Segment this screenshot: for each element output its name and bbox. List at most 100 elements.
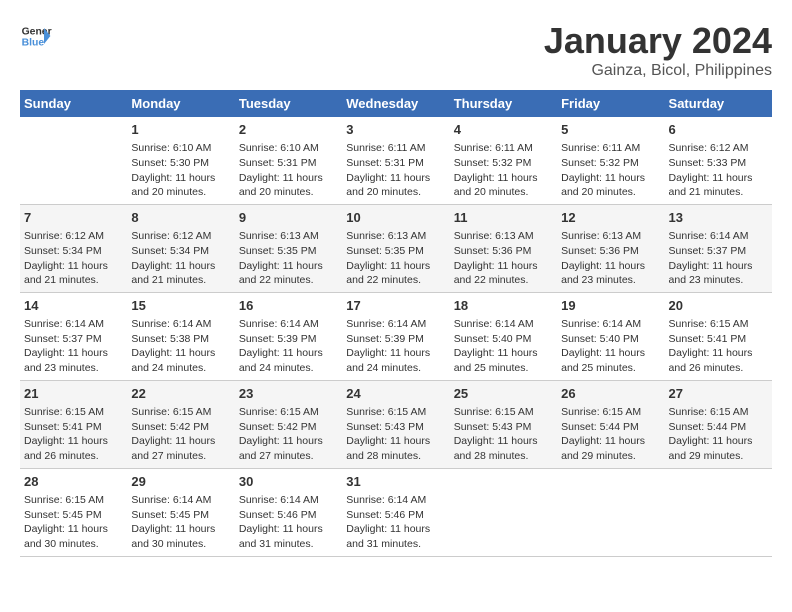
calendar-week-row: 7 Sunrise: 6:12 AM Sunset: 5:34 PM Daylig… [20,204,772,292]
day-info: Sunrise: 6:10 AM Sunset: 5:30 PM Dayligh… [131,141,230,200]
day-info: Sunrise: 6:13 AM Sunset: 5:36 PM Dayligh… [454,229,553,288]
day-info: Sunrise: 6:15 AM Sunset: 5:44 PM Dayligh… [561,405,660,464]
day-number: 30 [239,473,338,491]
day-number: 16 [239,297,338,315]
day-number: 28 [24,473,123,491]
page-subtitle: Gainza, Bicol, Philippines [544,62,772,80]
day-info: Sunrise: 6:13 AM Sunset: 5:36 PM Dayligh… [561,229,660,288]
calendar-cell: 29 Sunrise: 6:14 AM Sunset: 5:45 PM Dayli… [127,468,234,556]
calendar-cell: 7 Sunrise: 6:12 AM Sunset: 5:34 PM Daylig… [20,204,127,292]
calendar-cell: 30 Sunrise: 6:14 AM Sunset: 5:46 PM Dayli… [235,468,342,556]
day-number: 1 [131,121,230,139]
calendar-cell: 23 Sunrise: 6:15 AM Sunset: 5:42 PM Dayli… [235,380,342,468]
calendar-cell: 25Sunrise: 6:15 AM Sunset: 5:43 PM Dayli… [450,380,557,468]
calendar-header-row: SundayMondayTuesdayWednesdayThursdayFrid… [20,90,772,117]
day-info: Sunrise: 6:15 AM Sunset: 5:45 PM Dayligh… [24,493,123,552]
day-info: Sunrise: 6:14 AM Sunset: 5:46 PM Dayligh… [239,493,338,552]
day-number: 7 [24,209,123,227]
day-info: Sunrise: 6:14 AM Sunset: 5:39 PM Dayligh… [346,317,445,376]
calendar-cell: 26 Sunrise: 6:15 AM Sunset: 5:44 PM Dayli… [557,380,664,468]
day-number: 20 [669,297,768,315]
calendar-cell: 21Sunrise: 6:15 AM Sunset: 5:41 PM Dayli… [20,380,127,468]
day-info: Sunrise: 6:15 AM Sunset: 5:42 PM Dayligh… [239,405,338,464]
day-info: Sunrise: 6:12 AM Sunset: 5:34 PM Dayligh… [131,229,230,288]
calendar-cell: 6 Sunrise: 6:12 AM Sunset: 5:33 PM Daylig… [665,117,772,204]
day-number: 6 [669,121,768,139]
day-number: 13 [669,209,768,227]
calendar-cell: 1 Sunrise: 6:10 AM Sunset: 5:30 PM Daylig… [127,117,234,204]
logo: General Blue [20,20,52,52]
day-info: Sunrise: 6:14 AM Sunset: 5:38 PM Dayligh… [131,317,230,376]
day-info: Sunrise: 6:14 AM Sunset: 5:40 PM Dayligh… [454,317,553,376]
day-number: 29 [131,473,230,491]
column-header-monday: Monday [127,90,234,117]
day-number: 23 [239,385,338,403]
day-number: 31 [346,473,445,491]
day-info: Sunrise: 6:14 AM Sunset: 5:37 PM Dayligh… [669,229,768,288]
column-header-saturday: Saturday [665,90,772,117]
calendar-cell [450,468,557,556]
day-number: 5 [561,121,660,139]
column-header-friday: Friday [557,90,664,117]
day-info: Sunrise: 6:14 AM Sunset: 5:45 PM Dayligh… [131,493,230,552]
day-number: 11 [454,209,553,227]
day-number: 2 [239,121,338,139]
day-info: Sunrise: 6:12 AM Sunset: 5:33 PM Dayligh… [669,141,768,200]
day-info: Sunrise: 6:12 AM Sunset: 5:34 PM Dayligh… [24,229,123,288]
calendar-week-row: 28 Sunrise: 6:15 AM Sunset: 5:45 PM Dayli… [20,468,772,556]
day-info: Sunrise: 6:15 AM Sunset: 5:41 PM Dayligh… [669,317,768,376]
calendar-cell: 18 Sunrise: 6:14 AM Sunset: 5:40 PM Dayli… [450,292,557,380]
day-info: Sunrise: 6:13 AM Sunset: 5:35 PM Dayligh… [239,229,338,288]
calendar-cell [557,468,664,556]
calendar-cell: 3 Sunrise: 6:11 AM Sunset: 5:31 PM Daylig… [342,117,449,204]
day-number: 3 [346,121,445,139]
logo-icon: General Blue [20,20,52,52]
day-number: 17 [346,297,445,315]
day-info: Sunrise: 6:15 AM Sunset: 5:41 PM Dayligh… [24,405,123,464]
day-number: 15 [131,297,230,315]
page-header: General Blue January 2024 Gainza, Bicol,… [20,20,772,80]
day-number: 24 [346,385,445,403]
day-number: 19 [561,297,660,315]
calendar-cell: 17 Sunrise: 6:14 AM Sunset: 5:39 PM Dayli… [342,292,449,380]
calendar-cell: 2 Sunrise: 6:10 AM Sunset: 5:31 PM Daylig… [235,117,342,204]
day-info: Sunrise: 6:13 AM Sunset: 5:35 PM Dayligh… [346,229,445,288]
day-info: Sunrise: 6:14 AM Sunset: 5:40 PM Dayligh… [561,317,660,376]
column-header-tuesday: Tuesday [235,90,342,117]
calendar-cell: 20 Sunrise: 6:15 AM Sunset: 5:41 PM Dayli… [665,292,772,380]
column-header-sunday: Sunday [20,90,127,117]
day-info: Sunrise: 6:11 AM Sunset: 5:32 PM Dayligh… [561,141,660,200]
calendar-cell: 28 Sunrise: 6:15 AM Sunset: 5:45 PM Dayli… [20,468,127,556]
calendar-cell: 22Sunrise: 6:15 AM Sunset: 5:42 PM Dayli… [127,380,234,468]
calendar-cell: 5 Sunrise: 6:11 AM Sunset: 5:32 PM Daylig… [557,117,664,204]
day-info: Sunrise: 6:15 AM Sunset: 5:44 PM Dayligh… [669,405,768,464]
day-number: 27 [669,385,768,403]
day-number: 14 [24,297,123,315]
title-block: January 2024 Gainza, Bicol, Philippines [544,20,772,80]
day-info: Sunrise: 6:10 AM Sunset: 5:31 PM Dayligh… [239,141,338,200]
day-number: 26 [561,385,660,403]
calendar-cell: 31 Sunrise: 6:14 AM Sunset: 5:46 PM Dayli… [342,468,449,556]
day-info: Sunrise: 6:11 AM Sunset: 5:31 PM Dayligh… [346,141,445,200]
calendar-cell: 4Sunrise: 6:11 AM Sunset: 5:32 PM Daylig… [450,117,557,204]
day-number: 12 [561,209,660,227]
calendar-table: SundayMondayTuesdayWednesdayThursdayFrid… [20,90,772,557]
svg-text:Blue: Blue [22,38,45,49]
day-info: Sunrise: 6:14 AM Sunset: 5:37 PM Dayligh… [24,317,123,376]
calendar-cell [20,117,127,204]
calendar-cell: 8Sunrise: 6:12 AM Sunset: 5:34 PM Daylig… [127,204,234,292]
calendar-cell: 14 Sunrise: 6:14 AM Sunset: 5:37 PM Dayli… [20,292,127,380]
column-header-thursday: Thursday [450,90,557,117]
calendar-cell: 11 Sunrise: 6:13 AM Sunset: 5:36 PM Dayli… [450,204,557,292]
day-info: Sunrise: 6:15 AM Sunset: 5:43 PM Dayligh… [454,405,553,464]
calendar-cell: 27 Sunrise: 6:15 AM Sunset: 5:44 PM Dayli… [665,380,772,468]
calendar-week-row: 21Sunrise: 6:15 AM Sunset: 5:41 PM Dayli… [20,380,772,468]
day-info: Sunrise: 6:14 AM Sunset: 5:46 PM Dayligh… [346,493,445,552]
column-header-wednesday: Wednesday [342,90,449,117]
calendar-week-row: 1 Sunrise: 6:10 AM Sunset: 5:30 PM Daylig… [20,117,772,204]
calendar-week-row: 14 Sunrise: 6:14 AM Sunset: 5:37 PM Dayli… [20,292,772,380]
calendar-cell: 15 Sunrise: 6:14 AM Sunset: 5:38 PM Dayli… [127,292,234,380]
day-number: 18 [454,297,553,315]
day-info: Sunrise: 6:15 AM Sunset: 5:42 PM Dayligh… [131,405,230,464]
day-info: Sunrise: 6:14 AM Sunset: 5:39 PM Dayligh… [239,317,338,376]
